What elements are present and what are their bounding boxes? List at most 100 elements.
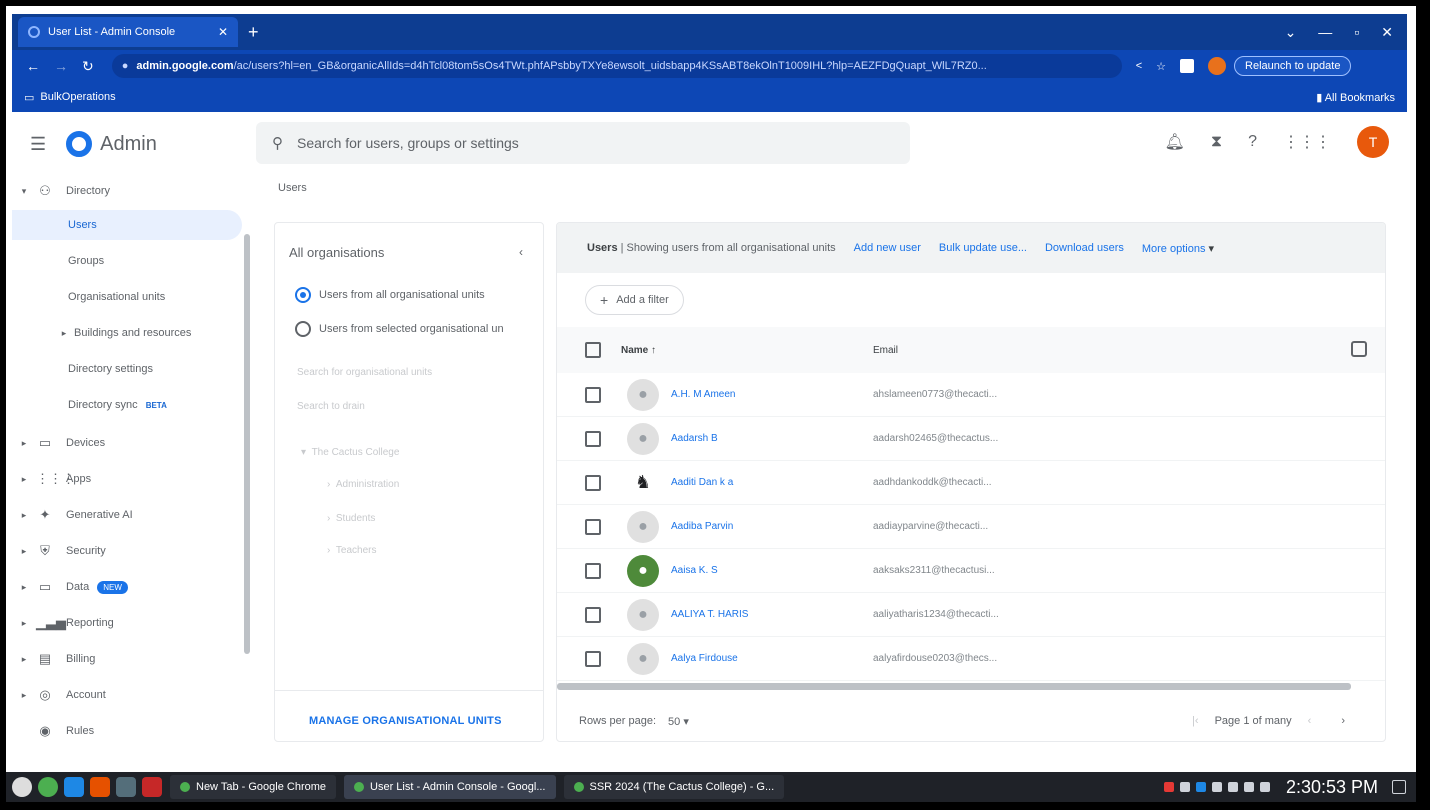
user-name-link[interactable]: Aaditi Dan k a xyxy=(671,477,733,488)
next-page-icon[interactable]: › xyxy=(1341,715,1345,727)
prev-page-icon[interactable]: ‹ xyxy=(1308,715,1312,727)
email-column-header[interactable]: Email xyxy=(873,345,898,356)
brave-icon[interactable] xyxy=(90,777,110,797)
rows-per-page-select[interactable]: 50 ▾ xyxy=(668,715,689,728)
sidebar-scrollbar[interactable] xyxy=(244,234,250,654)
sidebar-item-buildings[interactable]: ▸ Buildings and resources xyxy=(12,318,242,348)
sidebar-item-devices[interactable]: ▸ ▭ Devices xyxy=(12,428,242,458)
profile-avatar[interactable] xyxy=(1208,57,1227,75)
forward-icon[interactable]: → xyxy=(54,58,68,74)
help-icon[interactable]: ? xyxy=(1248,133,1257,151)
notifications-icon[interactable] xyxy=(1392,780,1406,794)
user-name-link[interactable]: A.H. M Ameen xyxy=(671,389,735,400)
clock[interactable]: 2:30:53 PM xyxy=(1286,777,1378,798)
sidebar-item-users[interactable]: Users xyxy=(12,210,242,240)
table-row[interactable]: ● Aalya Firdouse aalyafirdouse0203@thecs… xyxy=(557,637,1385,681)
row-checkbox[interactable] xyxy=(585,606,601,623)
taskbar-window[interactable]: SSR 2024 (The Cactus College) - G... xyxy=(563,775,785,799)
select-all-checkbox[interactable] xyxy=(585,342,601,358)
row-checkbox[interactable] xyxy=(585,650,601,667)
user-avatar[interactable]: T xyxy=(1357,126,1389,158)
share-icon[interactable]: < xyxy=(1136,60,1142,72)
app-icon[interactable] xyxy=(142,777,162,797)
more-options-button[interactable]: More options ▾ xyxy=(1142,242,1214,255)
add-new-user-button[interactable]: Add new user xyxy=(854,242,921,254)
sidebar-item-security[interactable]: ▸ ⛨ Security xyxy=(12,536,242,566)
sidebar-item-directory-sync[interactable]: Directory sync BETA xyxy=(12,390,242,420)
all-bookmarks[interactable]: ▮ All Bookmarks xyxy=(1316,91,1395,104)
user-name-link[interactable]: Aalya Firdouse xyxy=(671,653,738,664)
table-row[interactable]: ● Aadarsh B aadarsh02465@thecactus... xyxy=(557,417,1385,461)
add-filter-button[interactable]: + Add a filter xyxy=(585,285,684,315)
sidebar-item-directory-settings[interactable]: Directory settings xyxy=(12,354,242,384)
network-icon[interactable] xyxy=(1259,782,1270,792)
table-row[interactable]: ♞ Aaditi Dan k a aadhdankoddk@thecacti..… xyxy=(557,461,1385,505)
column-settings-icon[interactable] xyxy=(1351,341,1367,357)
tray-icon[interactable] xyxy=(1195,782,1206,792)
url-field[interactable]: ● admin.google.com /ac/users?hl=en_GB&or… xyxy=(111,54,1122,78)
hourglass-icon[interactable]: ⧗ xyxy=(1211,133,1222,151)
download-users-button[interactable]: Download users xyxy=(1045,242,1124,254)
tray-icon[interactable] xyxy=(1163,782,1174,792)
horizontal-scrollbar[interactable] xyxy=(557,683,1351,690)
tray-icon[interactable] xyxy=(1227,782,1238,792)
close-window-button[interactable]: ✕ xyxy=(1381,24,1393,41)
sidebar-item-generative-ai[interactable]: ▸ ✦ Generative AI xyxy=(12,500,242,530)
name-column-header[interactable]: Name ↑ xyxy=(621,345,656,356)
search-input[interactable]: ⚲ Search for users, groups or settings xyxy=(256,122,910,164)
taskbar-window[interactable]: New Tab - Google Chrome xyxy=(170,775,337,799)
sidebar-item-reporting[interactable]: ▸ ▁▃▅ Reporting xyxy=(12,608,242,638)
sidebar-item-org-units[interactable]: Organisational units xyxy=(12,282,242,312)
tray-icon[interactable] xyxy=(1179,782,1190,792)
table-row[interactable]: ● A.H. M Ameen ahslameen0773@thecacti... xyxy=(557,373,1385,417)
sidebar-item-billing[interactable]: ▸ ▤ Billing xyxy=(12,644,242,674)
tab-search-icon[interactable]: ⌄ xyxy=(1285,24,1297,41)
sidebar-item-account[interactable]: ▸ ◎ Account xyxy=(12,680,242,710)
close-tab-icon[interactable]: ✕ xyxy=(218,25,228,39)
minimize-button[interactable]: — xyxy=(1318,24,1332,41)
bookmark-star-icon[interactable]: ☆ xyxy=(1156,60,1166,73)
table-row[interactable]: ● AALIYA T. HARIS aaliyatharis1234@theca… xyxy=(557,593,1385,637)
apps-grid-icon[interactable]: ⋮⋮⋮ xyxy=(1283,132,1331,152)
user-name-link[interactable]: Aaisa K. S xyxy=(671,565,718,576)
start-icon[interactable] xyxy=(12,777,32,797)
user-name-link[interactable]: Aadarsh B xyxy=(671,433,718,444)
manage-org-units-button[interactable]: MANAGE ORGANISATIONAL UNITS xyxy=(309,715,502,727)
sidebar-item-data[interactable]: ▸ ▭ Data NEW xyxy=(12,572,242,602)
first-page-icon[interactable]: |‹ xyxy=(1192,715,1199,727)
breadcrumb[interactable]: Users xyxy=(278,182,307,194)
tray-icon[interactable] xyxy=(1211,782,1222,792)
app-icon[interactable] xyxy=(116,777,136,797)
row-checkbox[interactable] xyxy=(585,518,601,535)
back-icon[interactable]: ← xyxy=(26,58,40,74)
row-checkbox[interactable] xyxy=(585,430,601,447)
sidebar-item-directory[interactable]: ▾ ⚇ Directory xyxy=(12,176,242,206)
sidebar-item-groups[interactable]: Groups xyxy=(12,246,242,276)
radio-selected-org-units[interactable]: Users from selected organisational un xyxy=(295,321,504,337)
chrome-icon[interactable] xyxy=(38,777,58,797)
row-checkbox[interactable] xyxy=(585,474,601,491)
taskbar-window[interactable]: User List - Admin Console - Googl... xyxy=(344,775,556,799)
table-row[interactable]: ● Aadiba Parvin aadiayparvine@thecacti..… xyxy=(557,505,1385,549)
user-name-link[interactable]: Aadiba Parvin xyxy=(671,521,733,532)
bulk-update-users-button[interactable]: Bulk update use... xyxy=(939,242,1027,254)
extension-icon[interactable] xyxy=(1180,59,1195,73)
sidebar-item-rules[interactable]: ◉ Rules xyxy=(12,716,242,746)
reload-icon[interactable]: ↻ xyxy=(82,58,94,75)
browser-tab[interactable]: User List - Admin Console ✕ xyxy=(18,17,238,47)
row-checkbox[interactable] xyxy=(585,562,601,579)
new-tab-button[interactable]: + xyxy=(248,22,259,43)
sidebar-item-apps[interactable]: ▸ ⋮⋮⋮ Apps xyxy=(12,464,242,494)
maximize-button[interactable]: ▫ xyxy=(1354,24,1359,41)
radio-all-org-units[interactable]: Users from all organisational units xyxy=(295,287,485,303)
notifications-icon[interactable]: 🔔︎ xyxy=(1165,132,1185,152)
volume-icon[interactable] xyxy=(1243,782,1254,792)
files-icon[interactable] xyxy=(64,777,84,797)
collapse-panel-icon[interactable]: ‹ xyxy=(519,245,523,259)
table-row[interactable]: ● Aaisa K. S aaksaks2311@thecactusi... xyxy=(557,549,1385,593)
menu-icon[interactable]: ☰ xyxy=(30,134,46,155)
bookmark-bulkoperations[interactable]: BulkOperations xyxy=(40,91,115,103)
user-name-link[interactable]: AALIYA T. HARIS xyxy=(671,609,748,620)
row-checkbox[interactable] xyxy=(585,386,601,403)
relaunch-update-button[interactable]: Relaunch to update xyxy=(1234,56,1352,76)
